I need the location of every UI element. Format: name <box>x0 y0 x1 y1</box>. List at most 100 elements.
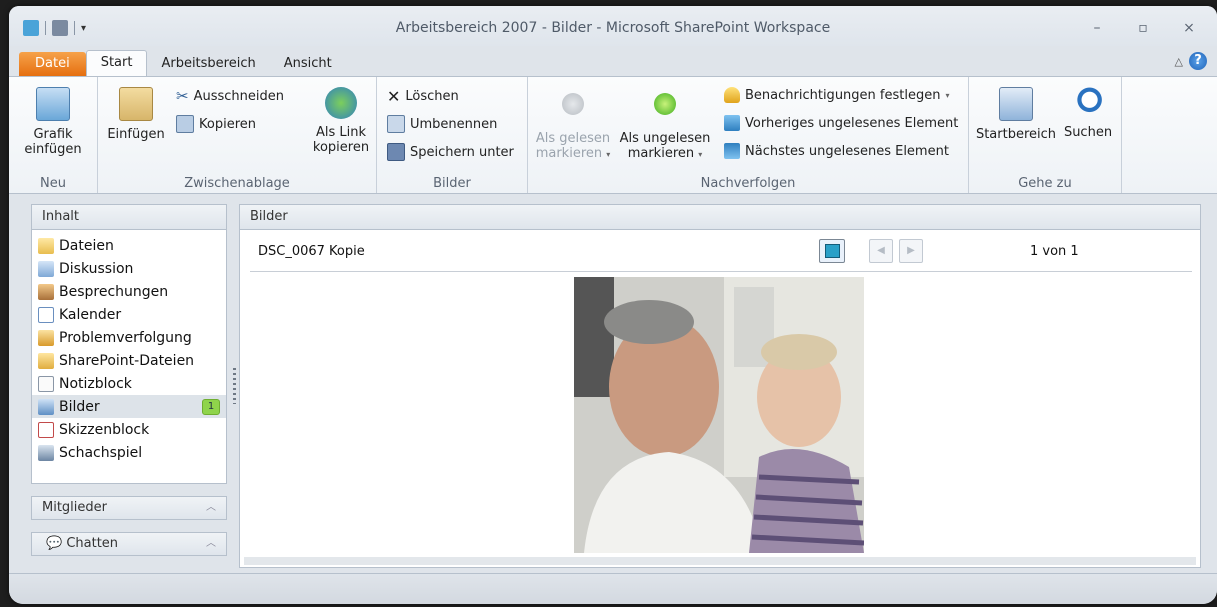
previous-arrow-icon: ◀ <box>877 245 885 256</box>
rename-button[interactable]: Umbenennen <box>387 115 497 133</box>
mark-read-icon <box>562 93 584 115</box>
calendar-icon <box>38 306 54 323</box>
delete-icon: ✕ <box>387 87 401 106</box>
insert-picture-button[interactable]: Grafik einfügen <box>15 87 91 157</box>
mark-read-label-2: markieren ▾ <box>535 146 611 161</box>
notepad-icon <box>38 375 54 392</box>
previous-picture-button[interactable]: ◀ <box>869 239 893 263</box>
copy-label: Kopieren <box>199 116 256 132</box>
next-arrow-icon: ▶ <box>907 245 915 256</box>
sidebar-item-bilder[interactable]: Bilder 1 <box>32 395 226 418</box>
chat-panel-header[interactable]: 💬 Chatten ︿ <box>31 532 227 556</box>
link-icon <box>325 87 357 119</box>
maximize-icon[interactable]: ▫ <box>1135 20 1151 36</box>
group-zwischenablage-label: Zwischenablage <box>184 176 290 191</box>
copy-icon <box>176 115 194 133</box>
pictures-panel-header: Bilder <box>240 205 1200 230</box>
tab-datei[interactable]: Datei <box>19 52 86 76</box>
sidebar-item-notizblock[interactable]: Notizblock <box>32 372 226 395</box>
search-icon <box>1072 87 1104 119</box>
tab-arbeitsbereich[interactable]: Arbeitsbereich <box>147 52 269 76</box>
pictures-icon <box>38 398 54 415</box>
picture-icon <box>36 87 70 121</box>
sidebar-item-label: Kalender <box>59 306 122 323</box>
rename-icon <box>387 115 405 133</box>
save-as-label: Speichern unter <box>410 144 514 160</box>
bell-icon <box>724 87 740 103</box>
members-panel-header[interactable]: Mitglieder ︿ <box>31 496 227 520</box>
group-zwischenablage: Einfügen ✂ Ausschneiden Kopieren Als Lin… <box>98 77 377 193</box>
tab-ansicht[interactable]: Ansicht <box>270 52 346 76</box>
group-bilder: ✕ Löschen Umbenennen Speichern unter Bil… <box>377 77 528 193</box>
previous-unread-icon <box>724 115 740 131</box>
sharepoint-folder-icon <box>38 352 54 369</box>
rename-label: Umbenennen <box>410 116 498 132</box>
close-icon[interactable]: ⨯ <box>1181 20 1197 36</box>
sidebar-item-sharepoint-dateien[interactable]: SharePoint-Dateien <box>32 349 226 372</box>
next-picture-button[interactable]: ▶ <box>899 239 923 263</box>
home-button[interactable]: Startbereich <box>975 87 1057 142</box>
upload-picture-button[interactable] <box>819 239 845 263</box>
sketchpad-icon <box>38 421 54 438</box>
ribbon-tabs: Datei Start Arbeitsbereich Ansicht <box>19 50 346 76</box>
group-neu-label: Neu <box>40 176 66 191</box>
window-title: Arbeitsbereich 2007 - Bilder - Microsoft… <box>395 20 831 36</box>
delete-label: Löschen <box>405 89 459 104</box>
tools-list: Dateien Diskussion Besprechungen Kalende… <box>31 230 227 484</box>
sidebar-item-besprechungen[interactable]: Besprechungen <box>32 280 226 303</box>
copy-as-link-button[interactable]: Als Link kopieren <box>308 87 374 155</box>
sidebar-item-problemverfolgung[interactable]: Problemverfolgung <box>32 326 226 349</box>
upload-icon <box>825 244 840 258</box>
delete-button[interactable]: ✕ Löschen <box>387 87 459 106</box>
pictures-viewer: Bilder DSC_0067 Kopie ◀ ▶ 1 von 1 <box>239 204 1201 568</box>
sidebar-item-kalender[interactable]: Kalender <box>32 303 226 326</box>
pane-splitter[interactable] <box>233 368 236 404</box>
save-as-icon <box>387 143 405 161</box>
mark-unread-button[interactable]: Als ungelesen markieren ▾ <box>616 89 714 162</box>
tab-start[interactable]: Start <box>85 50 148 76</box>
group-bilder-label: Bilder <box>433 176 471 191</box>
discussion-icon <box>38 260 54 277</box>
previous-unread-label: Vorheriges ungelesenes Element <box>745 115 959 131</box>
help-icon[interactable]: ? <box>1189 52 1207 70</box>
divider <box>250 271 1192 272</box>
mark-read-label-1: Als gelesen <box>535 131 611 146</box>
left-pane: Inhalt Dateien Diskussion Besprechungen … <box>31 204 227 566</box>
members-label: Mitglieder <box>42 500 107 515</box>
sidebar-item-dateien[interactable]: Dateien <box>32 234 226 257</box>
search-button[interactable]: Suchen <box>1061 87 1115 140</box>
ribbon: Grafik einfügen Neu Einfügen ✂ Ausschnei… <box>9 76 1217 194</box>
chevron-down-icon: ▾ <box>945 90 950 100</box>
sidebar-item-label: Skizzenblock <box>59 421 150 438</box>
insert-picture-label-2: einfügen <box>24 142 82 157</box>
sidebar-item-diskussion[interactable]: Diskussion <box>32 257 226 280</box>
horizontal-scrollbar[interactable] <box>244 557 1196 565</box>
mark-unread-icon <box>654 93 676 115</box>
previous-unread-button[interactable]: Vorheriges ungelesenes Element <box>724 115 958 131</box>
mark-read-button[interactable]: Als gelesen markieren ▾ <box>534 89 612 162</box>
document-name: DSC_0067 Kopie <box>258 244 365 259</box>
photo-illustration <box>574 277 864 553</box>
minimize-icon[interactable]: – <box>1089 20 1105 36</box>
group-gehezu: Startbereich Suchen Gehe zu <box>969 77 1122 193</box>
mark-unread-label-1: Als ungelesen <box>619 131 711 146</box>
next-unread-button[interactable]: Nächstes ungelesenes Element <box>724 143 949 159</box>
copy-as-link-label-1: Als Link <box>315 125 367 140</box>
save-as-button[interactable]: Speichern unter <box>387 143 514 161</box>
group-nachverfolgen-label: Nachverfolgen <box>700 176 796 191</box>
set-alerts-button[interactable]: Benachrichtigungen festlegen ▾ <box>724 87 949 103</box>
mark-unread-label-2: markieren ▾ <box>627 146 703 161</box>
paste-label: Einfügen <box>107 127 165 142</box>
sidebar-item-skizzenblock[interactable]: Skizzenblock <box>32 418 226 441</box>
title-bar: ▾ Arbeitsbereich 2007 - Bilder - Microso… <box>9 6 1217 46</box>
cut-button[interactable]: ✂ Ausschneiden <box>176 87 284 105</box>
copy-button[interactable]: Kopieren <box>176 115 256 133</box>
minimize-ribbon-icon[interactable]: △ <box>1175 55 1183 68</box>
sidebar-item-schachspiel[interactable]: Schachspiel <box>32 441 226 464</box>
set-alerts-label: Benachrichtigungen festlegen <box>745 87 941 103</box>
sidebar-item-label: Schachspiel <box>59 444 143 461</box>
paste-button[interactable]: Einfügen <box>104 87 168 142</box>
chat-icon: 💬 <box>46 536 63 551</box>
sidebar-item-label: Diskussion <box>59 260 134 277</box>
document-bar: DSC_0067 Kopie ◀ ▶ 1 von 1 <box>240 230 1200 274</box>
